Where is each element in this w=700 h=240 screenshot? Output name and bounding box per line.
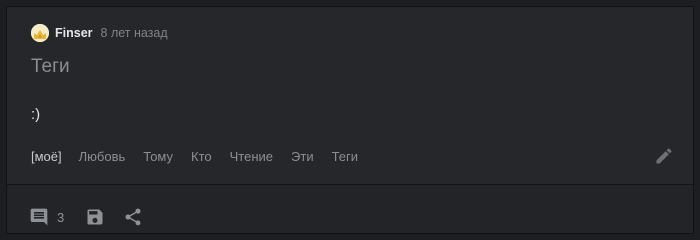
- post-header: Finser 8 лет назад: [31, 23, 168, 43]
- edit-tags-button[interactable]: [654, 146, 674, 166]
- pencil-icon: [656, 148, 672, 164]
- comments-button[interactable]: 3: [29, 207, 64, 227]
- share-button[interactable]: [123, 207, 143, 227]
- avatar[interactable]: [31, 24, 49, 42]
- tag-item[interactable]: Эти: [291, 149, 314, 164]
- post-body: Finser 8 лет назад Теги :) [моё] Любовь …: [7, 7, 693, 184]
- floppy-disk-icon: [87, 209, 103, 225]
- tag-item[interactable]: Тому: [143, 149, 173, 164]
- tag-item[interactable]: [моё]: [31, 149, 62, 164]
- comment-icon: [30, 208, 48, 226]
- post-card: Finser 8 лет назад Теги :) [моё] Любовь …: [6, 6, 694, 234]
- tag-item[interactable]: Теги: [332, 149, 358, 164]
- tag-item[interactable]: Кто: [191, 149, 212, 164]
- author-username[interactable]: Finser: [55, 26, 93, 40]
- post-content: :): [31, 106, 41, 123]
- avatar-image-icon: [31, 24, 49, 42]
- tag-list: [моё] Любовь Тому Кто Чтение Эти Теги: [31, 147, 376, 165]
- tag-item[interactable]: Любовь: [79, 149, 126, 164]
- post-footer: 3: [7, 185, 693, 233]
- save-button[interactable]: [85, 207, 105, 227]
- post-timestamp: 8 лет назад: [100, 26, 168, 40]
- tag-item[interactable]: Чтение: [230, 149, 273, 164]
- comment-count: 3: [57, 209, 65, 225]
- share-icon: [125, 208, 141, 226]
- post-title[interactable]: Теги: [31, 55, 70, 79]
